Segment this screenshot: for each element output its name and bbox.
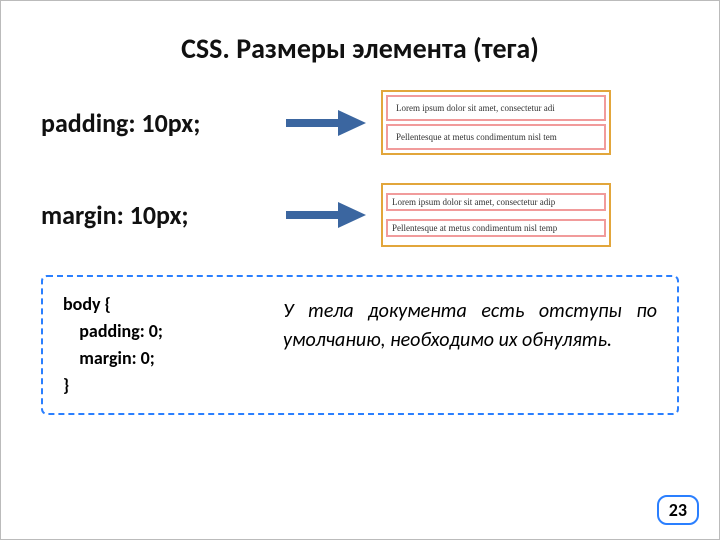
demo-text: Lorem ipsum dolor sit amet, consectetur …: [386, 95, 606, 121]
demo-text: Lorem ipsum dolor sit amet, consectetur …: [386, 193, 606, 211]
padding-label: padding: 10px;: [41, 107, 271, 139]
margin-demo-box: Lorem ipsum dolor sit amet, consectetur …: [381, 183, 611, 247]
arrow-icon: [281, 108, 371, 138]
margin-label: margin: 10px;: [41, 199, 271, 231]
slide: CSS. Размеры элемента (тега) padding: 10…: [0, 0, 720, 540]
row-margin: margin: 10px; Lorem ipsum dolor sit amet…: [41, 183, 679, 247]
code-snippet: body { padding: 0; margin: 0; }: [63, 291, 263, 399]
slide-title: CSS. Размеры элемента (тега): [41, 31, 679, 66]
callout-note: У тела документа есть отступы по умолчан…: [283, 291, 657, 399]
arrow-icon: [281, 200, 371, 230]
padding-demo-box: Lorem ipsum dolor sit amet, consectetur …: [381, 90, 611, 155]
demo-text: Pellentesque at metus condimentum nisl t…: [386, 219, 606, 237]
demo-text: Pellentesque at metus condimentum nisl t…: [386, 124, 606, 150]
callout-box: body { padding: 0; margin: 0; } У тела д…: [41, 275, 679, 415]
row-padding: padding: 10px; Lorem ipsum dolor sit ame…: [41, 90, 679, 155]
page-number: 23: [657, 495, 699, 525]
